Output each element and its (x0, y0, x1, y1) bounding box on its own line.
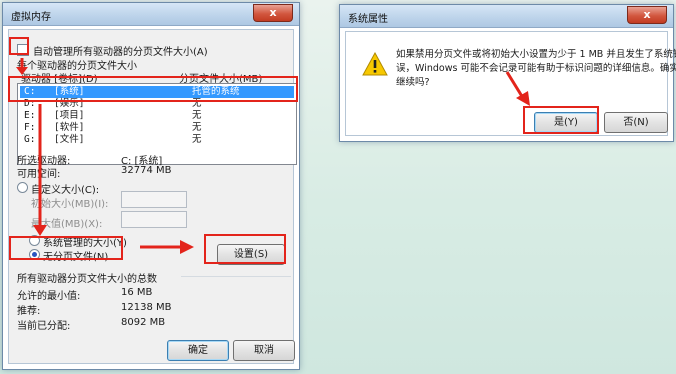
drive-size: 无 (192, 122, 202, 133)
min-allowed-label: 允许的最小值: (17, 291, 81, 302)
custom-size-label[interactable]: 自定义大小(C): (31, 181, 99, 196)
highlight-auto-manage (9, 37, 29, 55)
system-properties-dialog: 系统属性 x 如果禁用分页文件或将初始大小设置为少于 1 MB 并且发生了系统错… (339, 4, 676, 142)
max-size-label: 最大值(MB)(X): (31, 219, 103, 230)
allocated-value: 8092 MB (121, 317, 166, 328)
no-button[interactable]: 否(N) (604, 112, 668, 133)
allocated-label: 当前已分配: (17, 321, 71, 332)
initial-size-input[interactable] (121, 191, 187, 208)
sys-body: 如果禁用分页文件或将初始大小设置为少于 1 MB 并且发生了系统错 误，Wind… (345, 31, 676, 136)
drive-label: [软件] (54, 122, 85, 133)
auto-manage-label[interactable]: 自动管理所有驱动器的分页文件大小(A) (33, 43, 208, 58)
recommended-value: 12138 MB (121, 302, 172, 313)
sys-message-line3: 继续吗? (396, 77, 430, 88)
close-icon: x (643, 8, 651, 21)
sys-title: 系统属性 (348, 14, 388, 25)
sys-message-line1: 如果禁用分页文件或将初始大小设置为少于 1 MB 并且发生了系统错 (396, 49, 676, 60)
highlight-drive-list (8, 76, 298, 102)
warning-icon (362, 52, 388, 76)
sys-message-line2: 误，Windows 可能不会记录可能有助于标识问题的详细信息。确实要 (396, 63, 676, 74)
initial-size-label: 初始大小(MB)(I): (31, 199, 109, 210)
highlight-set-button (204, 234, 286, 264)
free-space-label: 可用空间: (17, 169, 61, 180)
drive-size: 无 (192, 110, 202, 121)
cancel-button[interactable]: 取消 (233, 340, 295, 361)
close-icon: x (269, 6, 277, 19)
drive-row-f[interactable]: F: [软件] 无 (20, 122, 294, 134)
highlight-yes-button (523, 106, 599, 134)
totals-heading: 所有驱动器分页文件大小的总数 (17, 274, 157, 285)
drive-size: 无 (192, 134, 202, 145)
sys-title-bar[interactable]: 系统属性 x (340, 5, 673, 28)
drive-letter: F: (24, 122, 36, 133)
custom-size-radio[interactable] (17, 182, 28, 193)
vm-title: 虚拟内存 (11, 12, 51, 23)
ok-button[interactable]: 确定 (167, 340, 229, 361)
vm-close-button[interactable]: x (253, 4, 293, 22)
sys-close-button[interactable]: x (627, 6, 667, 24)
drive-row-g[interactable]: G: [文件] 无 (20, 134, 294, 146)
drive-letter: G: (24, 134, 36, 145)
virtual-memory-dialog: 虚拟内存 x 自动管理所有驱动器的分页文件大小(A) 每个驱动器的分页文件大小 … (2, 2, 300, 370)
vm-title-bar[interactable]: 虚拟内存 x (3, 3, 299, 26)
totals-divider (181, 276, 291, 277)
max-size-input[interactable] (121, 211, 187, 228)
recommended-label: 推荐: (17, 306, 41, 317)
min-allowed-value: 16 MB (121, 287, 153, 298)
drive-label: [项目] (54, 110, 85, 121)
highlight-no-paging (9, 236, 123, 260)
drive-row-e[interactable]: E: [项目] 无 (20, 110, 294, 122)
free-space-value: 32774 MB (121, 165, 172, 176)
drive-label: [文件] (54, 134, 85, 145)
drive-letter: E: (24, 110, 36, 121)
